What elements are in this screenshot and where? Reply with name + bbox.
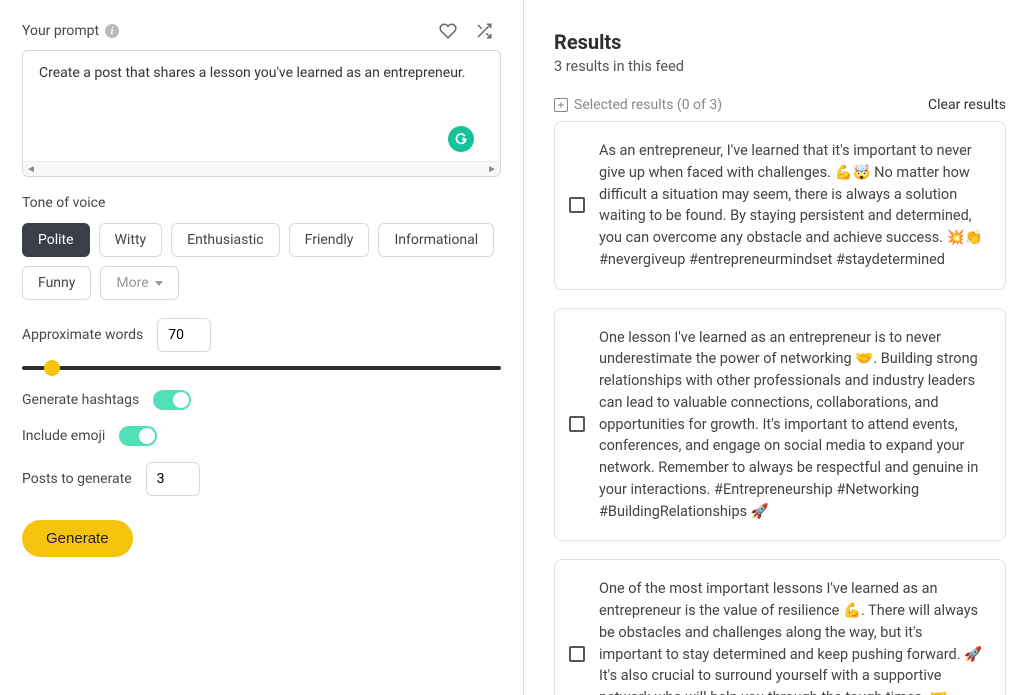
heart-icon[interactable]: [439, 22, 457, 40]
expand-icon[interactable]: +: [554, 98, 568, 112]
info-icon[interactable]: i: [105, 24, 119, 38]
generate-button[interactable]: Generate: [22, 520, 133, 557]
hashtags-toggle[interactable]: [153, 390, 191, 410]
prompt-box: ◄ ►: [22, 50, 501, 177]
tone-chip-funny[interactable]: Funny: [22, 266, 91, 300]
emoji-row: Include emoji: [22, 426, 501, 446]
selected-results-group[interactable]: + Selected results (0 of 3): [554, 97, 722, 113]
grammarly-icon[interactable]: [448, 126, 474, 152]
result-checkbox[interactable]: [569, 416, 585, 432]
result-card: One lesson I've learned as an entreprene…: [554, 308, 1006, 542]
posts-row: Posts to generate: [22, 462, 501, 496]
prompt-header: Your prompt i: [22, 22, 501, 40]
words-slider-thumb[interactable]: [44, 360, 60, 376]
result-text: One of the most important lessons I've l…: [599, 578, 987, 695]
words-input[interactable]: [157, 318, 211, 352]
result-checkbox[interactable]: [569, 646, 585, 662]
words-label: Approximate words: [22, 327, 143, 343]
result-checkbox[interactable]: [569, 197, 585, 213]
emoji-label: Include emoji: [22, 428, 105, 444]
tone-label: Tone of voice: [22, 195, 501, 211]
tone-chip-friendly[interactable]: Friendly: [289, 223, 370, 257]
posts-label: Posts to generate: [22, 471, 132, 487]
prompt-textarea[interactable]: [23, 51, 500, 157]
tone-chips: Polite Witty Enthusiastic Friendly Infor…: [22, 223, 501, 300]
tone-chip-informational[interactable]: Informational: [378, 223, 494, 257]
result-text: One lesson I've learned as an entreprene…: [599, 327, 987, 523]
results-bar: + Selected results (0 of 3) Clear result…: [554, 97, 1006, 113]
shuffle-icon[interactable]: [475, 22, 493, 40]
tone-chip-enthusiastic[interactable]: Enthusiastic: [171, 223, 279, 257]
more-label: More: [116, 275, 148, 291]
horizontal-scrollbar[interactable]: ◄ ►: [23, 161, 500, 176]
results-title: Results: [554, 30, 1006, 54]
results-subtitle: 3 results in this feed: [554, 58, 1006, 75]
result-card: One of the most important lessons I've l…: [554, 559, 1006, 695]
clear-results-button[interactable]: Clear results: [928, 97, 1006, 113]
scroll-left-icon[interactable]: ◄: [26, 164, 36, 175]
hashtags-row: Generate hashtags: [22, 390, 501, 410]
results-panel: Results 3 results in this feed + Selecte…: [524, 0, 1024, 695]
scroll-right-icon[interactable]: ►: [487, 164, 497, 175]
tone-chip-witty[interactable]: Witty: [99, 223, 163, 257]
emoji-toggle[interactable]: [119, 426, 157, 446]
words-slider[interactable]: [22, 366, 501, 370]
words-row: Approximate words: [22, 318, 501, 352]
tone-chip-more[interactable]: More: [100, 266, 178, 300]
result-card: As an entrepreneur, I've learned that it…: [554, 121, 1006, 290]
hashtags-label: Generate hashtags: [22, 392, 139, 408]
selected-results-label: Selected results (0 of 3): [574, 97, 722, 113]
tone-chip-polite[interactable]: Polite: [22, 223, 90, 257]
result-text: As an entrepreneur, I've learned that it…: [599, 140, 987, 271]
prompt-label-group: Your prompt i: [22, 23, 119, 39]
chevron-down-icon: [155, 281, 163, 286]
posts-input[interactable]: [146, 462, 200, 496]
prompt-actions: [439, 22, 493, 40]
config-panel: Your prompt i ◄ ► Tone of voice Polite W…: [0, 0, 524, 695]
prompt-label: Your prompt: [22, 23, 99, 39]
